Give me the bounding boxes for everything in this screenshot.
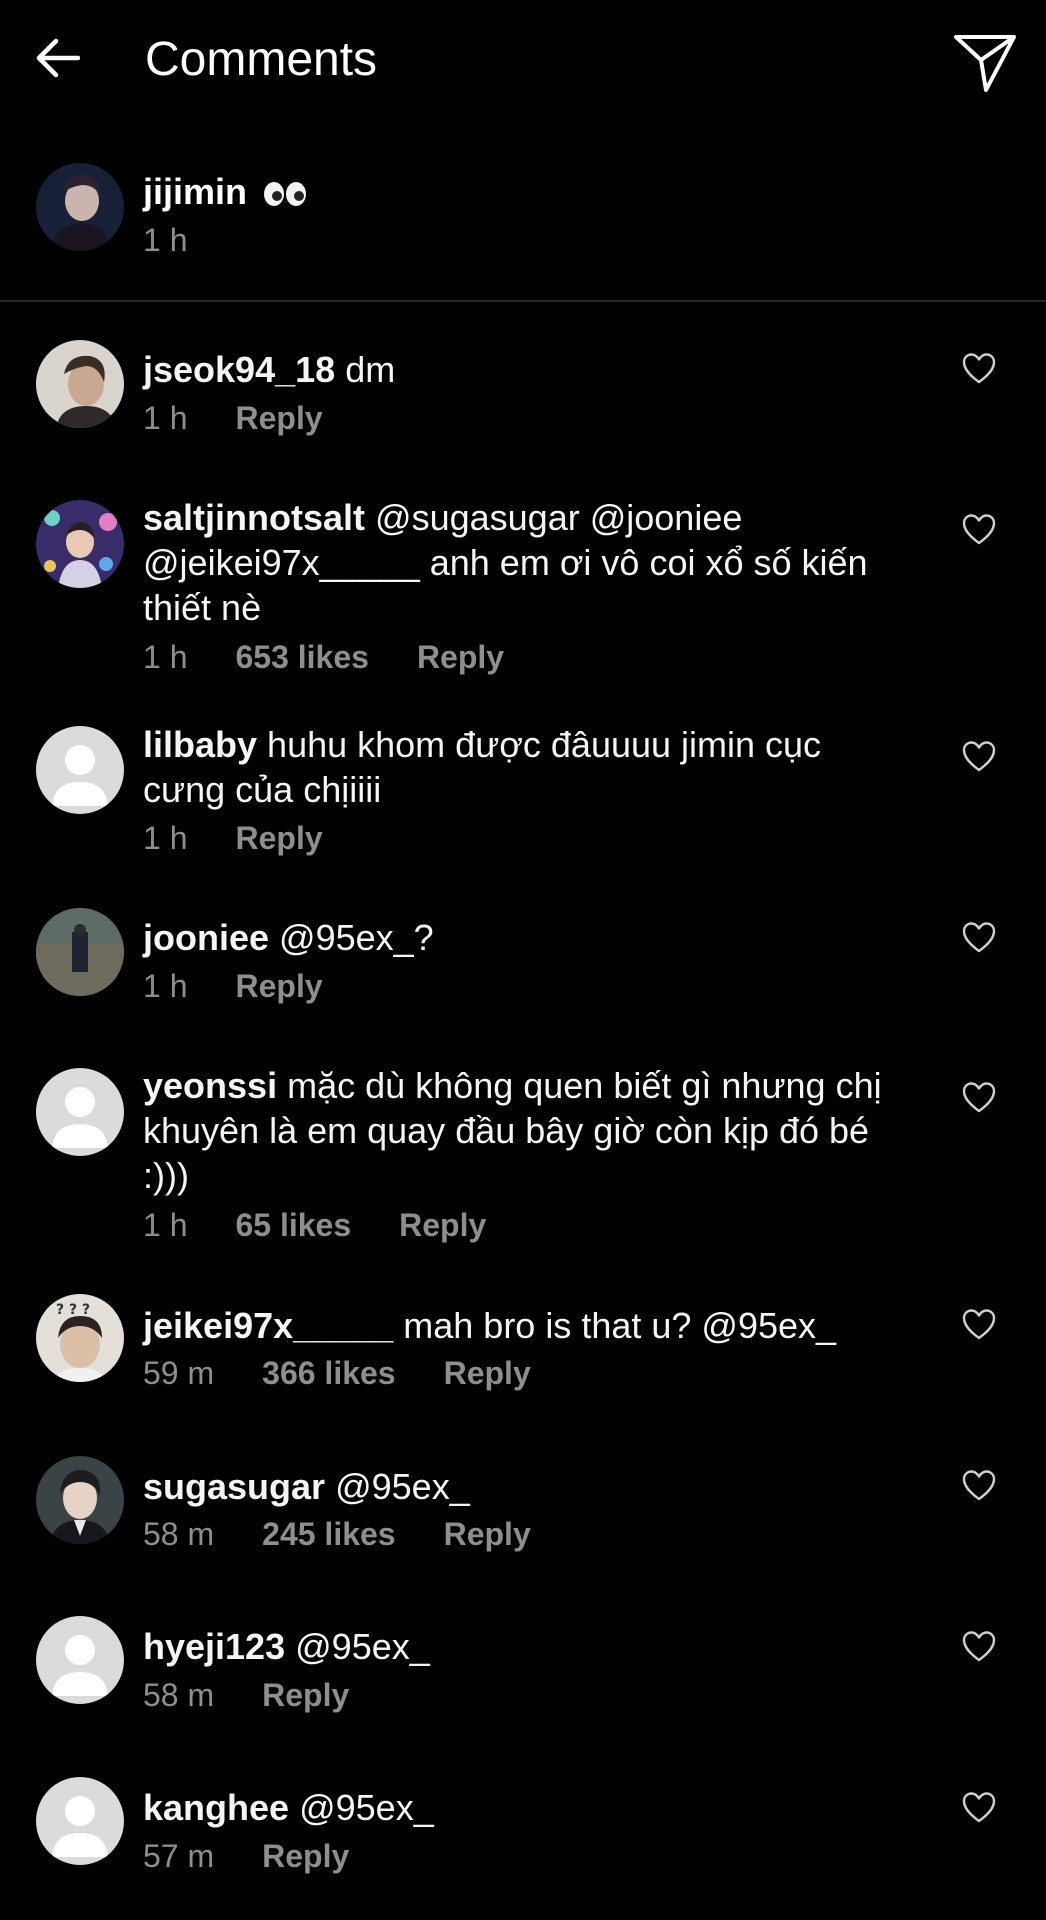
comment-meta: 1 h 653 likes Reply <box>143 637 504 677</box>
caption-username-text: jijimin <box>143 171 248 212</box>
reply-button[interactable]: Reply <box>235 820 322 856</box>
comment-timestamp: 59 m <box>143 1355 215 1391</box>
comment-meta: 58 m 245 likes Reply <box>143 1514 531 1554</box>
comment-username[interactable]: yeonssi <box>143 1065 277 1106</box>
heart-icon[interactable] <box>962 1630 996 1664</box>
paper-plane-icon <box>954 35 1016 92</box>
reply-button[interactable]: Reply <box>262 1838 349 1874</box>
comment-username[interactable]: lilbaby <box>143 724 257 765</box>
comment-meta: 1 h 65 likes Reply <box>143 1205 486 1245</box>
comment-timestamp: 58 m <box>143 1677 215 1713</box>
comment-body: dm <box>345 349 396 390</box>
reply-button[interactable]: Reply <box>444 1355 531 1391</box>
avatar[interactable] <box>36 908 124 996</box>
page-title: Comments <box>145 33 378 86</box>
comment-text: kanghee @95ex_ <box>143 1785 913 1830</box>
comment-meta: 1 h Reply <box>143 818 323 858</box>
comment-username[interactable]: sugasugar <box>143 1466 325 1507</box>
comment-timestamp: 1 h <box>143 968 188 1004</box>
heart-icon[interactable] <box>962 1308 996 1342</box>
comment-text: hyeji123 @95ex_ <box>143 1624 913 1669</box>
heart-icon[interactable] <box>962 740 996 774</box>
comment-username[interactable]: saltjinnotsalt <box>143 497 365 538</box>
comment-body: @95ex_ <box>299 1787 434 1828</box>
heart-icon[interactable] <box>962 921 996 955</box>
likes-count[interactable]: 245 likes <box>262 1516 395 1552</box>
avatar[interactable] <box>36 726 124 814</box>
comment-meta: 1 h Reply <box>143 398 323 438</box>
divider <box>0 300 1046 302</box>
comment-timestamp: 1 h <box>143 820 188 856</box>
avatar[interactable] <box>36 1616 124 1704</box>
caption-meta: 1 h <box>143 220 187 260</box>
heart-icon[interactable] <box>962 513 996 547</box>
comment-timestamp: 58 m <box>143 1516 215 1552</box>
comment-body: mah bro is that u? @95ex_ <box>403 1305 837 1346</box>
comment-body: @95ex_ <box>335 1466 470 1507</box>
comment-meta: 59 m 366 likes Reply <box>143 1353 531 1393</box>
heart-icon[interactable] <box>962 1469 996 1503</box>
reply-button[interactable]: Reply <box>235 968 322 1004</box>
avatar[interactable] <box>36 1068 124 1156</box>
back-button[interactable] <box>28 28 88 88</box>
reply-button[interactable]: Reply <box>235 400 322 436</box>
comment-timestamp: 1 h <box>143 400 188 436</box>
comment-timestamp: 57 m <box>143 1838 215 1874</box>
comment-text: lilbaby huhu khom được đâuuuu jimin cục … <box>143 722 913 812</box>
comment-body: @95ex_ <box>295 1626 430 1667</box>
comment-text: yeonssi mặc dù không quen biết gì nhưng … <box>143 1063 913 1198</box>
comment-meta: 58 m Reply <box>143 1675 349 1715</box>
caption-username[interactable]: jijimin <box>143 170 307 214</box>
avatar[interactable] <box>36 340 124 428</box>
reply-button[interactable]: Reply <box>444 1516 531 1552</box>
avatar[interactable] <box>36 1456 124 1544</box>
svg-text:? ? ?: ? ? ? <box>56 1302 90 1318</box>
eyes-emoji-icon <box>264 182 307 207</box>
comment-username[interactable]: kanghee <box>143 1787 289 1828</box>
avatar[interactable] <box>36 163 124 251</box>
avatar[interactable]: ? ? ? <box>36 1294 124 1382</box>
reply-button[interactable]: Reply <box>262 1677 349 1713</box>
comment-text: jooniee @95ex_? <box>143 915 913 960</box>
comment-text: sugasugar @95ex_ <box>143 1464 913 1509</box>
caption-timestamp: 1 h <box>143 222 188 258</box>
comment-text: jseok94_18 dm <box>143 347 913 392</box>
avatar[interactable] <box>36 1777 124 1865</box>
comment-timestamp: 1 h <box>143 1207 188 1243</box>
heart-icon[interactable] <box>962 352 996 386</box>
avatar[interactable] <box>36 500 124 588</box>
likes-count[interactable]: 653 likes <box>235 639 368 675</box>
comment-username[interactable]: jeikei97x_____ <box>143 1305 393 1346</box>
post-caption: jijimin 1 h <box>0 150 1046 300</box>
top-bar: Comments <box>0 0 1046 125</box>
reply-button[interactable]: Reply <box>417 639 504 675</box>
comment-body: @95ex_? <box>279 917 434 958</box>
likes-count[interactable]: 65 likes <box>235 1207 351 1243</box>
arrow-left-icon <box>36 38 80 78</box>
comment-meta: 1 h Reply <box>143 966 323 1006</box>
share-button[interactable] <box>950 28 1020 98</box>
heart-icon[interactable] <box>962 1791 996 1825</box>
comment-timestamp: 1 h <box>143 639 188 675</box>
reply-button[interactable]: Reply <box>399 1207 486 1243</box>
comment-username[interactable]: jooniee <box>143 917 269 958</box>
heart-icon[interactable] <box>962 1081 996 1115</box>
comment-meta: 57 m Reply <box>143 1836 349 1876</box>
likes-count[interactable]: 366 likes <box>262 1355 395 1391</box>
comment-text: jeikei97x_____ mah bro is that u? @95ex_ <box>143 1303 913 1348</box>
comment-username[interactable]: hyeji123 <box>143 1626 285 1667</box>
comment-text: saltjinnotsalt @sugasugar @jooniee @jeik… <box>143 495 913 630</box>
comment-username[interactable]: jseok94_18 <box>143 349 335 390</box>
